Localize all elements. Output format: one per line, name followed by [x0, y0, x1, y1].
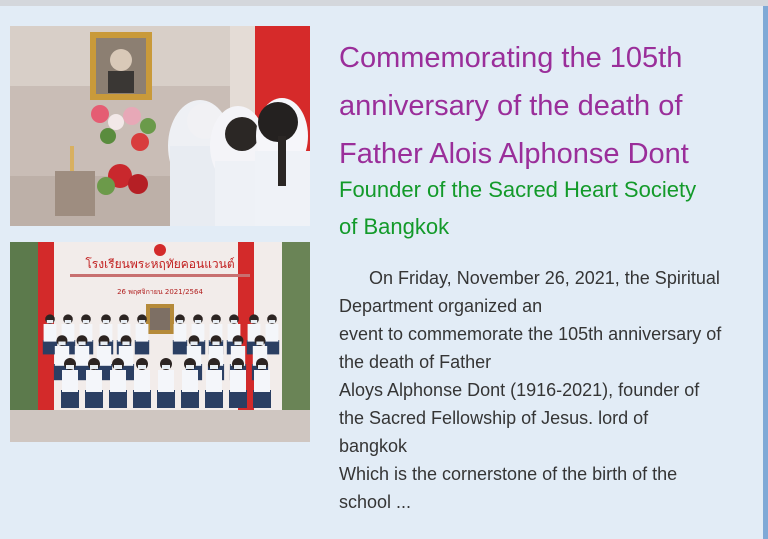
subtitle-line: of Bangkok	[339, 214, 450, 239]
memorial-photo[interactable]	[10, 26, 310, 226]
body-line: On Friday, November 26, 2021, the Spirit…	[369, 268, 720, 288]
body-line: event to commemorate the 105th anniversa…	[339, 324, 722, 344]
body-line: Department organized an	[339, 296, 543, 316]
title-line: Commemorating the 105th	[339, 42, 683, 74]
article-title[interactable]: Commemorating the 105th anniversary of t…	[339, 34, 749, 178]
subtitle-line: Founder of the Sacred Heart Society	[339, 177, 697, 202]
memorial-photo-image	[10, 26, 310, 226]
title-line: anniversary of the death of	[339, 90, 683, 122]
banner-heading: โรงเรียนพระหฤทัยคอนแวนต์	[85, 257, 234, 271]
body-line: Which is the cornerstone of the birth of…	[339, 464, 678, 484]
article-body: On Friday, November 26, 2021, the Spirit…	[339, 264, 765, 516]
group-photo-image: โรงเรียนพระหฤทัยคอนแวนต์ 26 พฤศจิกายน 20…	[10, 242, 310, 442]
body-line: bangkok	[339, 436, 408, 456]
body-line: the Sacred Fellowship of Jesus. lord of	[339, 408, 649, 428]
body-line: Aloys Alphonse Dont (1916-2021), founder…	[339, 380, 700, 400]
body-line: school ...	[339, 492, 412, 512]
article-subtitle: Founder of the Sacred Heart Society of B…	[339, 171, 749, 245]
body-line: the death of Father	[339, 352, 492, 372]
banner-date: 26 พฤศจิกายน 2021/2564	[117, 288, 203, 296]
group-photo[interactable]: โรงเรียนพระหฤทัยคอนแวนต์ 26 พฤศจิกายน 20…	[10, 242, 310, 442]
